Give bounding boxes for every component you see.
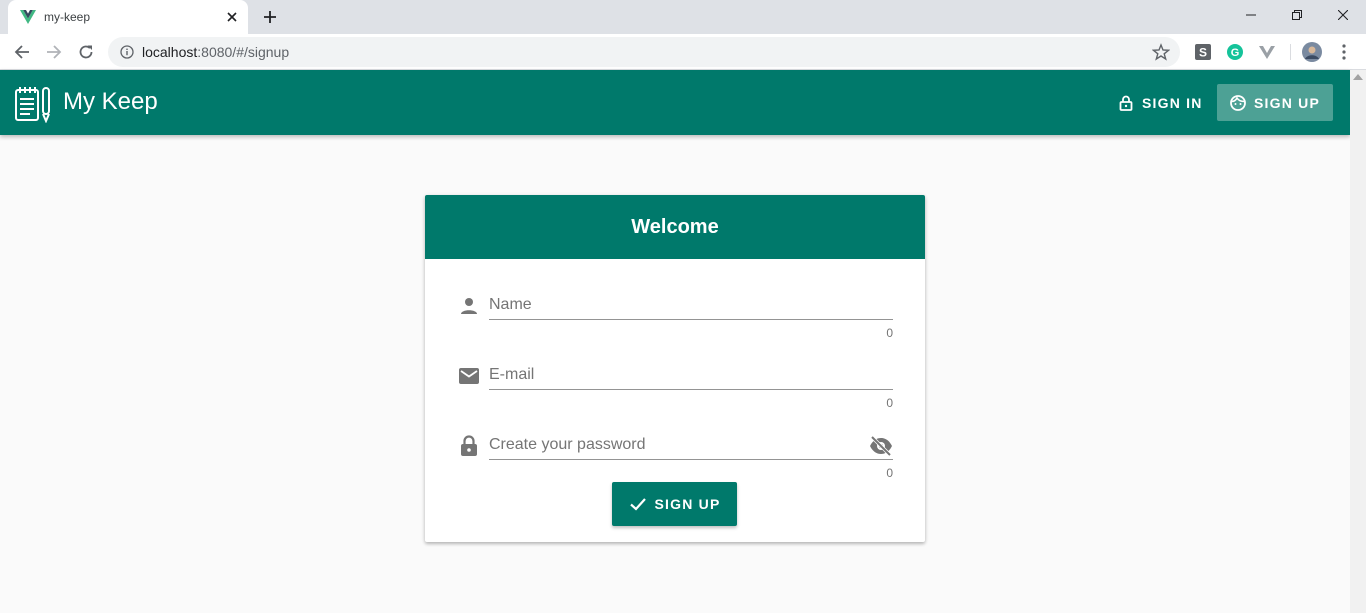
nav-sign-up-label: SIGN UP — [1254, 94, 1320, 111]
card-title: Welcome — [425, 195, 925, 259]
check-icon — [629, 495, 647, 513]
browser-tabstrip: my-keep — [0, 0, 1366, 34]
email-counter: 0 — [886, 396, 893, 410]
vue-favicon-icon — [20, 9, 36, 25]
url-host: localhost — [142, 44, 198, 60]
name-counter: 0 — [886, 326, 893, 340]
sign-up-submit-label: SIGN UP — [654, 496, 721, 512]
notepad-logo-icon — [14, 85, 52, 124]
tab-title: my-keep — [44, 10, 91, 24]
browser-menu-icon[interactable] — [1335, 43, 1353, 61]
vue-devtools-icon[interactable] — [1258, 43, 1276, 61]
lock-icon — [457, 434, 481, 458]
reload-icon[interactable] — [72, 38, 100, 66]
name-field: 0 — [457, 294, 893, 344]
close-tab-icon[interactable] — [224, 9, 240, 25]
url-text: localhost:8080/#/signup — [142, 44, 289, 60]
signup-card: Welcome 0 0 0 SIGN UP — [425, 195, 925, 542]
app-title: My Keep — [63, 88, 158, 115]
app-toolbar: My Keep SIGN IN SIGN UP — [0, 70, 1350, 135]
profile-avatar[interactable] — [1302, 42, 1322, 62]
address-bar[interactable]: localhost:8080/#/signup — [108, 37, 1180, 67]
info-icon[interactable] — [120, 45, 134, 59]
url-path: :8080/#/signup — [197, 44, 290, 60]
sign-up-submit-button[interactable]: SIGN UP — [612, 482, 737, 526]
visibility-off-icon[interactable] — [869, 434, 893, 458]
grammarly-icon[interactable]: G — [1226, 43, 1244, 61]
page-scrollbar[interactable] — [1350, 70, 1366, 613]
nav-sign-in-button[interactable]: SIGN IN — [1110, 84, 1211, 121]
face-icon — [1230, 94, 1246, 111]
password-input[interactable] — [489, 434, 893, 460]
extension-s-icon[interactable]: S — [1194, 43, 1212, 61]
lock-open-icon — [1118, 95, 1134, 111]
password-counter: 0 — [886, 466, 893, 480]
scroll-up-arrow-icon[interactable] — [1353, 74, 1363, 80]
forward-icon[interactable] — [40, 38, 68, 66]
browser-tab[interactable]: my-keep — [8, 0, 248, 34]
email-icon — [457, 364, 481, 388]
svg-text:G: G — [1231, 47, 1240, 59]
minimize-icon[interactable] — [1228, 0, 1274, 30]
toolbar-divider — [1290, 44, 1291, 60]
name-input[interactable] — [489, 294, 893, 320]
email-field: 0 — [457, 364, 893, 414]
browser-toolbar: localhost:8080/#/signup S G — [0, 34, 1366, 70]
back-icon[interactable] — [8, 38, 36, 66]
new-tab-icon[interactable] — [258, 6, 282, 28]
nav-sign-up-button[interactable]: SIGN UP — [1217, 84, 1333, 121]
close-window-icon[interactable] — [1320, 0, 1366, 30]
nav-sign-in-label: SIGN IN — [1142, 94, 1203, 111]
bookmark-star-icon[interactable] — [1152, 43, 1170, 61]
password-field: 0 — [457, 434, 893, 484]
email-input[interactable] — [489, 364, 893, 390]
restore-icon[interactable] — [1274, 0, 1320, 30]
svg-text:S: S — [1199, 46, 1207, 60]
person-icon — [457, 294, 481, 318]
